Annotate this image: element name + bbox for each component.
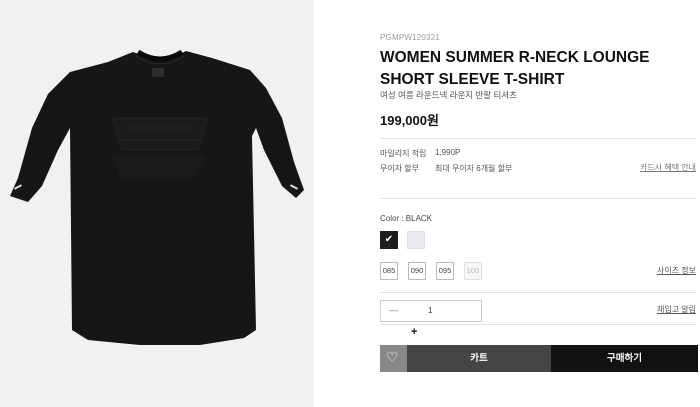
mileage-value: 1,990P bbox=[435, 148, 461, 157]
product-price: 199,000원 bbox=[380, 113, 439, 128]
plus-icon[interactable]: + bbox=[411, 326, 417, 338]
product-info-panel: PGMPW120321 WOMEN SUMMER R-NECK LOUNGE S… bbox=[380, 0, 698, 407]
size-option-100[interactable]: 100 bbox=[464, 262, 482, 280]
check-icon: ✔ bbox=[384, 234, 394, 245]
color-swatch-white[interactable] bbox=[407, 231, 425, 249]
installment-value: 최대 무이자 6개월 할부 bbox=[435, 164, 513, 173]
installment-label: 무이자 할부 bbox=[380, 164, 420, 173]
quantity-stepper[interactable]: — 1 bbox=[380, 300, 482, 322]
wishlist-button[interactable]: ♡ bbox=[380, 345, 407, 372]
mileage-label: 마일리지 적립 bbox=[380, 149, 427, 158]
size-guide-link[interactable]: 사이즈 정보 bbox=[657, 265, 696, 276]
tshirt-body bbox=[10, 51, 304, 345]
card-benefit-link[interactable]: 카드사 혜택 안내 bbox=[640, 162, 696, 173]
divider bbox=[380, 138, 696, 139]
divider bbox=[380, 198, 696, 199]
buy-now-button[interactable]: 구매하기 bbox=[551, 345, 698, 372]
tshirt-image bbox=[10, 49, 304, 345]
minus-icon[interactable]: — bbox=[389, 305, 398, 315]
heart-icon: ♡ bbox=[386, 349, 399, 365]
size-option-085[interactable]: 085 bbox=[380, 262, 398, 280]
size-option-090[interactable]: 090 bbox=[408, 262, 426, 280]
product-title: WOMEN SUMMER R-NECK LOUNGE SHORT SLEEVE … bbox=[380, 49, 650, 88]
color-swatch-black[interactable]: ✔ bbox=[380, 231, 398, 249]
add-to-cart-button[interactable]: 카트 bbox=[407, 345, 551, 372]
size-option-095[interactable]: 095 bbox=[436, 262, 454, 280]
product-subtitle: 여성 여름 라운드넥 라운지 반팔 티셔츠 bbox=[380, 90, 517, 100]
quantity-value[interactable]: 1 bbox=[428, 306, 432, 315]
product-image-area bbox=[0, 0, 314, 407]
color-label: Color : BLACK bbox=[380, 214, 433, 223]
product-code: PGMPW120321 bbox=[380, 33, 441, 42]
divider bbox=[380, 292, 696, 293]
restock-alert-link[interactable]: 재입고 알림 bbox=[657, 304, 696, 315]
divider bbox=[380, 324, 696, 325]
